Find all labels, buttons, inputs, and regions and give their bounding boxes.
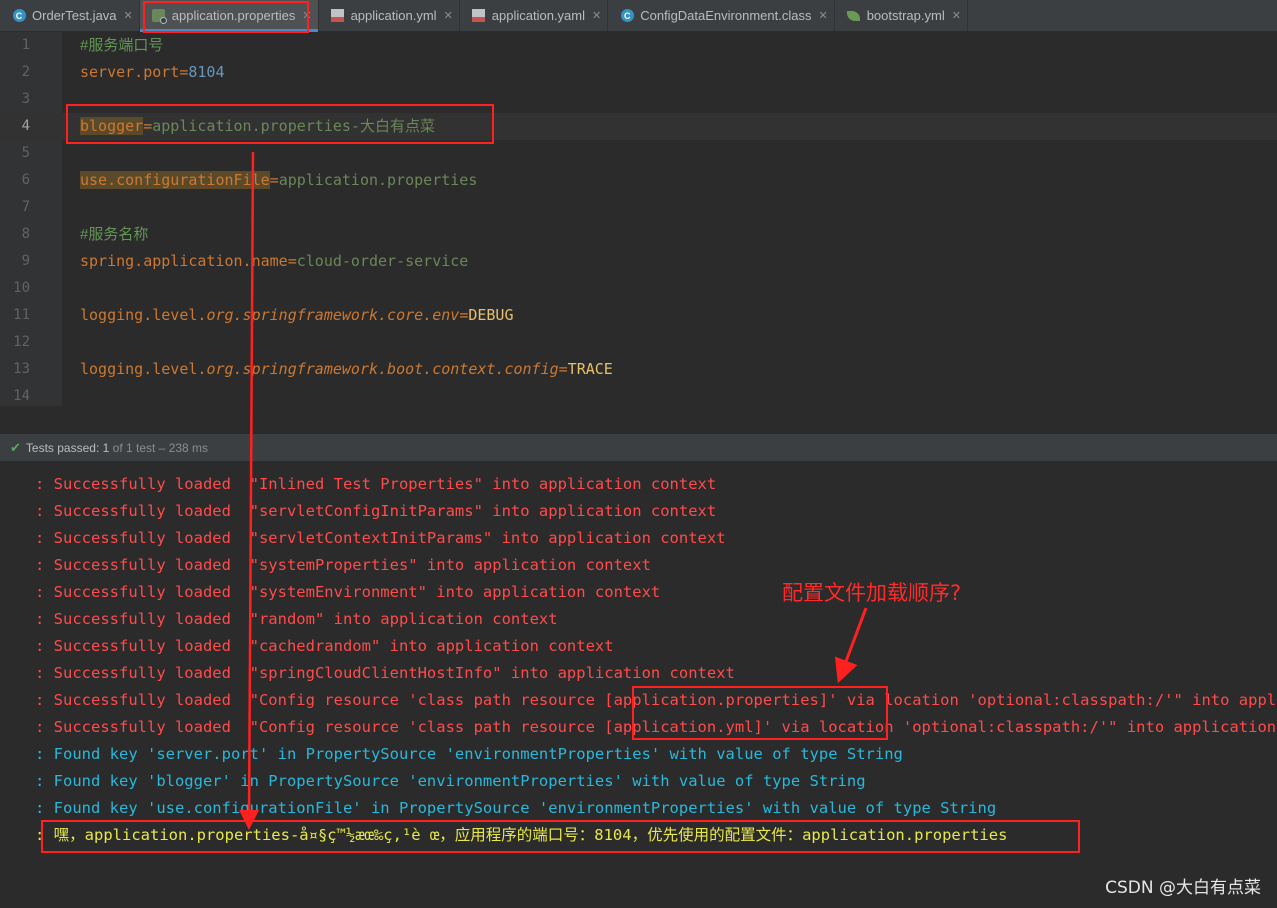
annotation-note: 配置文件加载顺序? (782, 581, 962, 605)
arrow-to-config-files (834, 607, 868, 684)
arrow-down-line (239, 151, 260, 830)
annotation-arrows (239, 151, 868, 830)
watermark: CSDN @大白有点菜 (1105, 878, 1261, 898)
